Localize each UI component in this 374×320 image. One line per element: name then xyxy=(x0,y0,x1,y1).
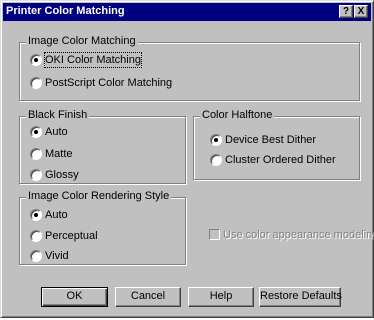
radio-button[interactable] xyxy=(30,148,42,160)
cancel-button[interactable]: Cancel xyxy=(115,287,181,307)
help-title-button[interactable]: ? xyxy=(339,5,353,18)
rendering-style-group: Image Color Rendering Style Auto Percept… xyxy=(19,190,186,265)
black-finish-legend: Black Finish xyxy=(26,109,90,121)
radio-label: OKI Color Matching xyxy=(44,52,142,68)
help-button[interactable]: Help xyxy=(188,287,254,307)
color-halftone-legend: Color Halftone xyxy=(200,109,275,121)
radio-label: Vivid xyxy=(45,250,69,262)
radio-label: Matte xyxy=(45,148,73,160)
radio-selected-dot xyxy=(34,58,38,62)
image-color-matching-group: Image Color Matching OKI Color Matching … xyxy=(19,35,360,101)
radio-selected-dot xyxy=(214,138,218,142)
radio-button[interactable] xyxy=(30,209,42,221)
radio-button[interactable] xyxy=(30,77,42,89)
rendering-style-legend: Image Color Rendering Style xyxy=(26,190,172,202)
radio-button[interactable] xyxy=(30,126,42,138)
checkbox-box[interactable] xyxy=(209,229,220,240)
radio-label: Auto xyxy=(45,209,68,221)
radio-label: Auto xyxy=(45,126,68,138)
restore-defaults-button[interactable]: Restore Defaults xyxy=(259,287,342,307)
radio-button[interactable] xyxy=(30,54,42,66)
close-title-button[interactable]: X xyxy=(354,5,368,18)
radio-label: Glossy xyxy=(45,169,79,181)
radio-label: Perceptual xyxy=(45,230,98,242)
ok-button[interactable]: OK xyxy=(41,287,108,307)
title-bar[interactable]: Printer Color Matching ? X xyxy=(3,3,371,21)
image-color-matching-legend: Image Color Matching xyxy=(26,35,138,47)
radio-selected-dot xyxy=(34,130,38,134)
radio-button[interactable] xyxy=(30,230,42,242)
checkbox-label: Use color appearance modeling xyxy=(223,229,374,241)
color-halftone-group: Color Halftone Device Best Dither Cluste… xyxy=(193,109,360,180)
radio-label: PostScript Color Matching xyxy=(45,77,173,89)
printer-color-matching-dialog: Printer Color Matching ? X Image Color M… xyxy=(0,0,374,318)
radio-label: Device Best Dither xyxy=(225,134,317,146)
radio-button[interactable] xyxy=(210,134,222,146)
radio-button[interactable] xyxy=(210,154,222,166)
radio-selected-dot xyxy=(34,213,38,217)
radio-label: Cluster Ordered Dither xyxy=(225,154,336,166)
radio-button[interactable] xyxy=(30,169,42,181)
dialog-title: Printer Color Matching xyxy=(6,5,125,17)
black-finish-group: Black Finish Auto Matte Glossy xyxy=(19,109,186,184)
radio-button[interactable] xyxy=(30,250,42,262)
